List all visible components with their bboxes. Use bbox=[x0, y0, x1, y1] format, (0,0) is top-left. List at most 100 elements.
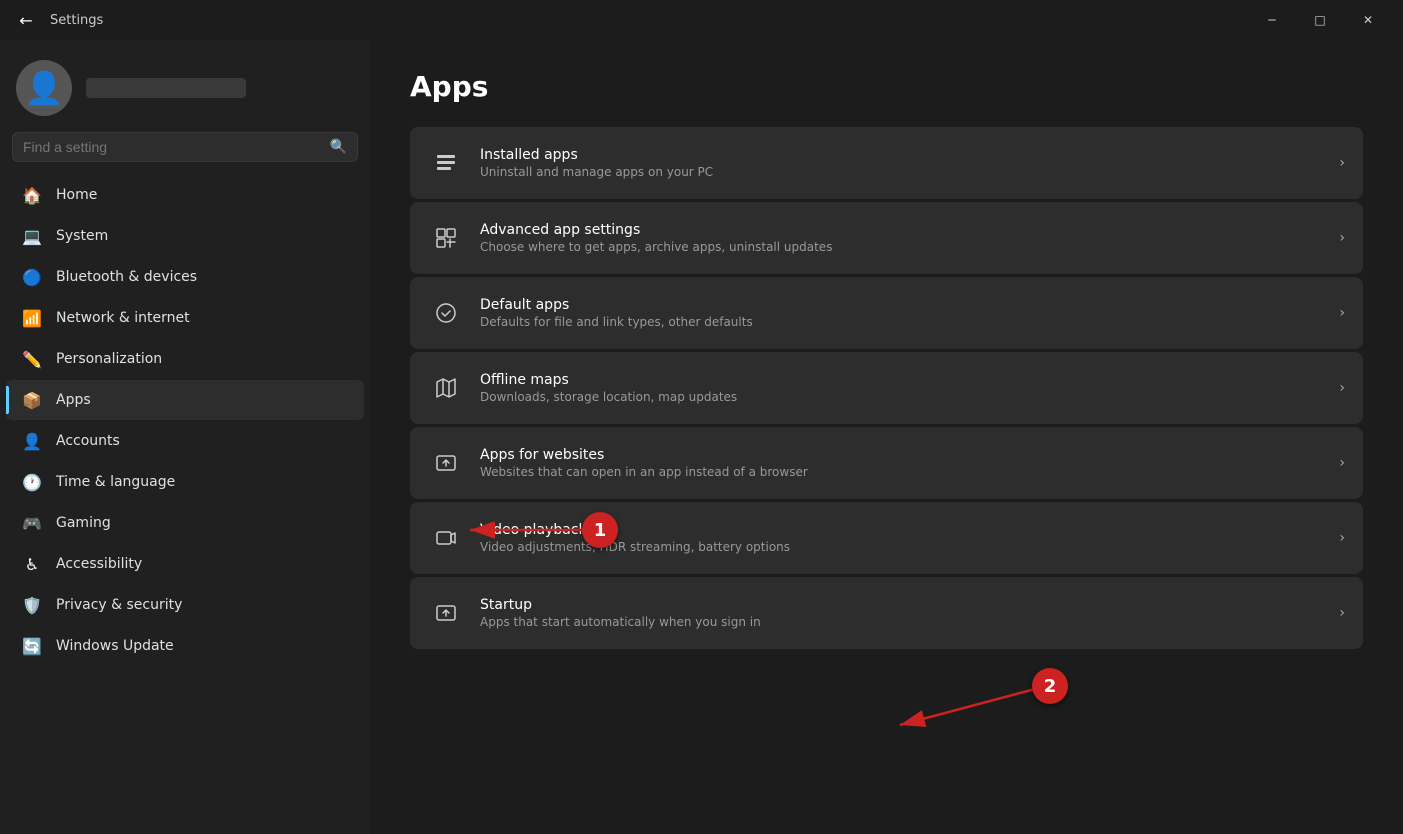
default-apps-title: Default apps bbox=[480, 297, 1323, 313]
sidebar-item-label: Gaming bbox=[56, 515, 111, 531]
offline-maps-icon bbox=[434, 376, 458, 400]
offline-maps-desc: Downloads, storage location, map updates bbox=[480, 390, 1323, 404]
startup-chevron: › bbox=[1339, 605, 1345, 621]
sidebar-item-label: Home bbox=[56, 187, 97, 203]
search-input[interactable] bbox=[23, 139, 322, 155]
default-apps-icon bbox=[434, 301, 458, 325]
sidebar-item-gaming[interactable]: 🎮 Gaming bbox=[6, 503, 364, 543]
sidebar-item-label: Network & internet bbox=[56, 310, 190, 326]
startup-title: Startup bbox=[480, 597, 1323, 613]
titlebar-title: Settings bbox=[50, 13, 103, 28]
user-name-bar bbox=[86, 78, 246, 98]
default-apps-icon-box bbox=[428, 295, 464, 331]
sidebar-item-label: Accounts bbox=[56, 433, 120, 449]
network-icon: 📶 bbox=[22, 308, 42, 328]
offline-maps-chevron: › bbox=[1339, 380, 1345, 396]
sidebar: 👤 🔍 🏠 Home 💻 System 🔵 bbox=[0, 40, 370, 834]
maximize-button[interactable]: □ bbox=[1297, 4, 1343, 36]
advanced-app-settings-icon-box bbox=[428, 220, 464, 256]
sidebar-item-system[interactable]: 💻 System bbox=[6, 216, 364, 256]
offline-maps-title: Offline maps bbox=[480, 372, 1323, 388]
avatar: 👤 bbox=[16, 60, 72, 116]
sidebar-item-label: Apps bbox=[56, 392, 91, 408]
default-apps-desc: Defaults for file and link types, other … bbox=[480, 315, 1323, 329]
sidebar-item-label: Personalization bbox=[56, 351, 162, 367]
home-icon: 🏠 bbox=[22, 185, 42, 205]
apps-for-websites-icon-box bbox=[428, 445, 464, 481]
setting-item-offline-maps[interactable]: Offline maps Downloads, storage location… bbox=[410, 352, 1363, 424]
sidebar-item-label: Accessibility bbox=[56, 556, 142, 572]
personalization-icon: ✏️ bbox=[22, 349, 42, 369]
gaming-icon: 🎮 bbox=[22, 513, 42, 533]
setting-item-advanced-app-settings[interactable]: Advanced app settings Choose where to ge… bbox=[410, 202, 1363, 274]
advanced-app-settings-text: Advanced app settings Choose where to ge… bbox=[480, 222, 1323, 254]
default-apps-chevron: › bbox=[1339, 305, 1345, 321]
sidebar-item-label: Time & language bbox=[56, 474, 175, 490]
advanced-app-settings-title: Advanced app settings bbox=[480, 222, 1323, 238]
search-icon: 🔍 bbox=[330, 139, 347, 155]
installed-apps-title: Installed apps bbox=[480, 147, 1323, 163]
default-apps-text: Default apps Defaults for file and link … bbox=[480, 297, 1323, 329]
sidebar-item-accessibility[interactable]: ♿ Accessibility bbox=[6, 544, 364, 584]
video-playback-chevron: › bbox=[1339, 530, 1345, 546]
installed-apps-icon bbox=[434, 151, 458, 175]
video-playback-desc: Video adjustments, HDR streaming, batter… bbox=[480, 540, 1323, 554]
installed-apps-chevron: › bbox=[1339, 155, 1345, 171]
startup-icon-box bbox=[428, 595, 464, 631]
advanced-app-settings-chevron: › bbox=[1339, 230, 1345, 246]
apps-for-websites-title: Apps for websites bbox=[480, 447, 1323, 463]
sidebar-item-windows-update[interactable]: 🔄 Windows Update bbox=[6, 626, 364, 666]
close-button[interactable]: ✕ bbox=[1345, 4, 1391, 36]
sidebar-item-apps[interactable]: 📦 Apps bbox=[6, 380, 364, 420]
installed-apps-text: Installed apps Uninstall and manage apps… bbox=[480, 147, 1323, 179]
system-icon: 💻 bbox=[22, 226, 42, 246]
accessibility-icon: ♿ bbox=[22, 554, 42, 574]
setting-item-apps-for-websites[interactable]: Apps for websites Websites that can open… bbox=[410, 427, 1363, 499]
apps-for-websites-icon bbox=[434, 451, 458, 475]
apps-for-websites-text: Apps for websites Websites that can open… bbox=[480, 447, 1323, 479]
advanced-app-settings-icon bbox=[434, 226, 458, 250]
search-box[interactable]: 🔍 bbox=[12, 132, 358, 162]
search-container: 🔍 bbox=[0, 132, 370, 174]
apps-icon: 📦 bbox=[22, 390, 42, 410]
video-playback-icon-box bbox=[428, 520, 464, 556]
video-playback-text: Video playback Video adjustments, HDR st… bbox=[480, 522, 1323, 554]
installed-apps-icon-box bbox=[428, 145, 464, 181]
sidebar-item-bluetooth[interactable]: 🔵 Bluetooth & devices bbox=[6, 257, 364, 297]
sidebar-item-label: System bbox=[56, 228, 108, 244]
sidebar-item-label: Bluetooth & devices bbox=[56, 269, 197, 285]
setting-item-startup[interactable]: Startup Apps that start automatically wh… bbox=[410, 577, 1363, 649]
startup-icon bbox=[434, 601, 458, 625]
setting-item-video-playback[interactable]: Video playback Video adjustments, HDR st… bbox=[410, 502, 1363, 574]
accounts-icon: 👤 bbox=[22, 431, 42, 451]
sidebar-item-privacy[interactable]: 🛡️ Privacy & security bbox=[6, 585, 364, 625]
sidebar-item-label: Privacy & security bbox=[56, 597, 182, 613]
video-playback-icon bbox=[434, 526, 458, 550]
sidebar-item-network[interactable]: 📶 Network & internet bbox=[6, 298, 364, 338]
sidebar-item-time[interactable]: 🕐 Time & language bbox=[6, 462, 364, 502]
apps-for-websites-chevron: › bbox=[1339, 455, 1345, 471]
offline-maps-text: Offline maps Downloads, storage location… bbox=[480, 372, 1323, 404]
advanced-app-settings-desc: Choose where to get apps, archive apps, … bbox=[480, 240, 1323, 254]
setting-item-default-apps[interactable]: Default apps Defaults for file and link … bbox=[410, 277, 1363, 349]
windows-update-icon: 🔄 bbox=[22, 636, 42, 656]
sidebar-item-home[interactable]: 🏠 Home bbox=[6, 175, 364, 215]
titlebar: ← Settings ─ □ ✕ bbox=[0, 0, 1403, 40]
sidebar-nav: 🏠 Home 💻 System 🔵 Bluetooth & devices 📶 … bbox=[0, 174, 370, 667]
sidebar-item-accounts[interactable]: 👤 Accounts bbox=[6, 421, 364, 461]
setting-item-installed-apps[interactable]: Installed apps Uninstall and manage apps… bbox=[410, 127, 1363, 199]
bluetooth-icon: 🔵 bbox=[22, 267, 42, 287]
window-controls: ─ □ ✕ bbox=[1249, 4, 1391, 36]
user-profile[interactable]: 👤 bbox=[0, 40, 370, 132]
offline-maps-icon-box bbox=[428, 370, 464, 406]
sidebar-item-label: Windows Update bbox=[56, 638, 174, 654]
startup-desc: Apps that start automatically when you s… bbox=[480, 615, 1323, 629]
installed-apps-desc: Uninstall and manage apps on your PC bbox=[480, 165, 1323, 179]
startup-text: Startup Apps that start automatically wh… bbox=[480, 597, 1323, 629]
back-button[interactable]: ← bbox=[12, 6, 40, 34]
sidebar-item-personalization[interactable]: ✏️ Personalization bbox=[6, 339, 364, 379]
minimize-button[interactable]: ─ bbox=[1249, 4, 1295, 36]
settings-list: Installed apps Uninstall and manage apps… bbox=[410, 127, 1363, 649]
user-icon: 👤 bbox=[24, 69, 64, 107]
video-playback-title: Video playback bbox=[480, 522, 1323, 538]
